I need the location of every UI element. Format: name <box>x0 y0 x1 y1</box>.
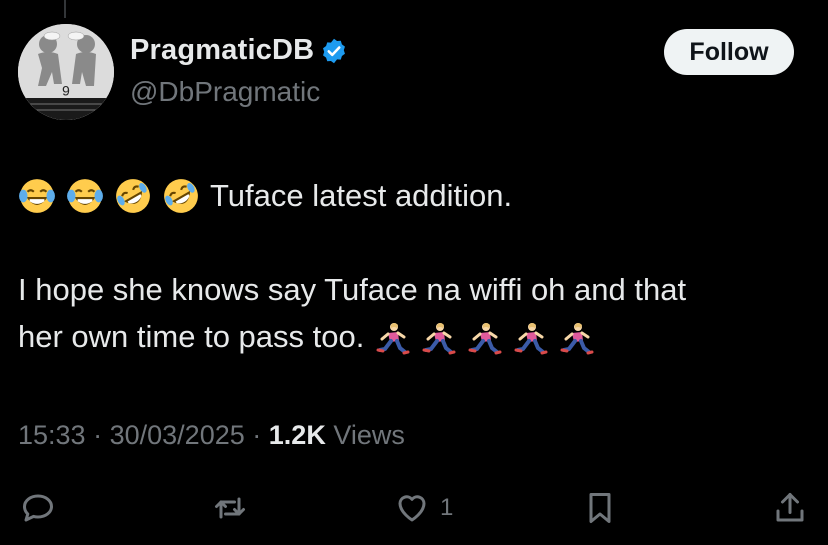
woman-running-icon <box>422 322 456 355</box>
tweet-date[interactable]: 30/03/2025 <box>110 420 245 450</box>
reply-button[interactable] <box>20 486 56 530</box>
retweet-icon <box>215 497 245 519</box>
retweet-button[interactable] <box>212 486 248 530</box>
face-with-tears-of-joy-icon <box>67 178 103 213</box>
rolling-on-the-floor-laughing-icon <box>164 178 198 213</box>
bookmark-icon <box>589 493 611 523</box>
woman-running-icon <box>376 322 410 355</box>
author-handle[interactable]: @DbPragmatic <box>130 76 320 108</box>
rolling-on-the-floor-laughing-icon <box>116 178 150 213</box>
tweet-time[interactable]: 15:33 <box>18 420 86 450</box>
tweet-text-line-2: I hope she knows say Tuface na wiffi oh … <box>18 272 687 307</box>
heart-icon <box>398 495 426 522</box>
author-name-row: PragmaticDB <box>130 34 348 67</box>
face-with-tears-of-joy-icon <box>19 178 55 213</box>
like-button[interactable]: 1 <box>394 486 453 530</box>
follow-button[interactable]: Follow <box>664 29 794 75</box>
tweet-line-3: her own time to pass too. <box>18 313 818 360</box>
tweet-text-line-1: Tuface latest addition. <box>210 178 513 213</box>
meta-separator: · <box>93 420 103 450</box>
author-display-name[interactable]: PragmaticDB <box>130 34 314 67</box>
thread-connector-line <box>64 0 66 18</box>
meta-separator: · <box>252 420 262 450</box>
verified-badge-icon <box>323 38 346 63</box>
bookmark-button[interactable] <box>582 486 618 530</box>
like-count: 1 <box>440 494 454 521</box>
views-label: Views <box>333 420 405 450</box>
runner-emoji-group <box>364 313 594 360</box>
share-button[interactable] <box>772 486 808 530</box>
action-bar: 1 <box>0 486 828 530</box>
tweet-meta: 15:33 · 30/03/2025 · 1.2K Views <box>18 420 405 451</box>
svg-text:6: 6 <box>62 83 70 99</box>
tweet-line-1: Tuface latest addition. <box>18 172 818 219</box>
views-count: 1.2K <box>268 420 326 450</box>
tweet-text-line-3: her own time to pass too. <box>18 319 365 354</box>
share-icon <box>776 493 804 522</box>
woman-running-icon <box>468 322 502 355</box>
woman-running-icon <box>514 322 548 355</box>
reply-icon <box>23 494 53 522</box>
tweet-line-2: I hope she knows say Tuface na wiffi oh … <box>18 266 818 313</box>
avatar[interactable]: 6 <box>18 24 114 120</box>
woman-running-icon <box>560 322 594 355</box>
tweet-body: Tuface latest addition. I hope she knows… <box>18 172 818 360</box>
